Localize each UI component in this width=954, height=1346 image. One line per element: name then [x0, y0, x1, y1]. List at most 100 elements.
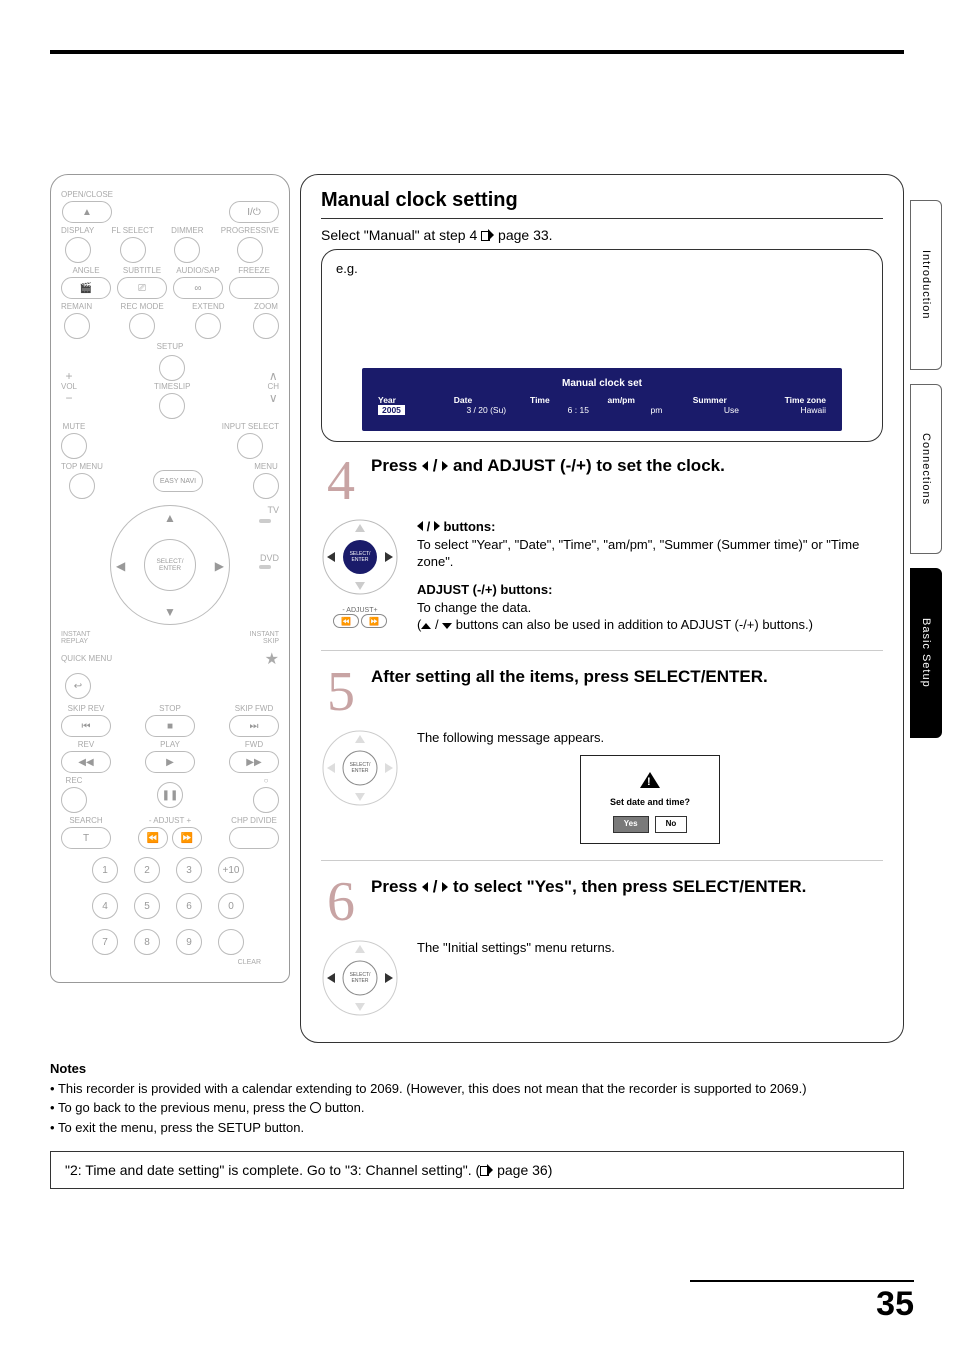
note-1: This recorder is provided with a calenda… — [50, 1080, 904, 1098]
tab-introduction[interactable]: Introduction — [910, 200, 942, 370]
search-button[interactable]: T — [61, 827, 111, 849]
osd-h-summer: Summer — [693, 395, 727, 405]
remote-panel: OPEN/CLOSE▲ I/⏻ DISPLAY FL SELECT DIMMER… — [50, 174, 290, 1043]
menu-button[interactable] — [253, 473, 279, 499]
fwd-button[interactable]: ▶▶ — [229, 751, 279, 773]
step-6-result: The "Initial settings" menu returns. — [417, 939, 615, 957]
extend-button[interactable] — [195, 313, 221, 339]
pause-button[interactable]: ❚❚ — [157, 782, 183, 808]
dialog-no-button[interactable]: No — [655, 816, 688, 833]
osd-v-summer: Use — [724, 405, 739, 415]
num-plus10-button[interactable]: +10 — [218, 857, 244, 883]
tab-connections[interactable]: Connections — [910, 384, 942, 554]
instant-replay-label: INSTANT REPLAY — [61, 631, 90, 645]
num-6-button[interactable]: 6 — [176, 893, 202, 919]
step-4: 4 Press / and ADJUST (-/+) to set the cl… — [321, 456, 883, 506]
topmenu-button[interactable] — [69, 473, 95, 499]
num-2-button[interactable]: 2 — [134, 857, 160, 883]
num-7-button[interactable]: 7 — [92, 929, 118, 955]
flselect-button[interactable] — [120, 237, 146, 263]
svg-text:ENTER: ENTER — [352, 557, 369, 563]
dimmer-button[interactable] — [174, 237, 200, 263]
notes-section: Notes This recorder is provided with a c… — [50, 1061, 904, 1137]
step-4-title: Press / and ADJUST (-/+) to set the cloc… — [371, 456, 883, 476]
stop-button[interactable]: ■ — [145, 715, 195, 737]
dimmer-label: DIMMER — [171, 227, 203, 235]
eject-button[interactable]: ▲ — [62, 201, 112, 223]
ch-label: CH — [267, 383, 279, 391]
quickmenu-label: QUICK MENU — [61, 655, 112, 663]
topmenu-label: TOP MENU — [61, 463, 103, 471]
rec-button[interactable] — [61, 787, 87, 813]
step-5: 5 After setting all the items, press SEL… — [321, 667, 883, 717]
step-6-number: 6 — [321, 877, 361, 927]
select-manual-line: Select "Manual" at step 4 page 33. — [321, 227, 883, 243]
num-3-button[interactable]: 3 — [176, 857, 202, 883]
num-1-button[interactable]: 1 — [92, 857, 118, 883]
inputselect-label: INPUT SELECT — [222, 423, 279, 431]
ring-label: ○ — [264, 777, 269, 785]
zoom-label: ZOOM — [254, 303, 278, 311]
play-button[interactable]: ▶ — [145, 751, 195, 773]
setup-button[interactable] — [159, 355, 185, 381]
tv-switch-icon[interactable] — [259, 519, 271, 523]
mute-button[interactable] — [61, 433, 87, 459]
osd-h-ampm: am/pm — [608, 395, 635, 405]
notes-heading: Notes — [50, 1061, 904, 1076]
clear-label: CLEAR — [61, 959, 261, 966]
spacer — [253, 191, 255, 199]
search-label: SEARCH — [69, 817, 102, 825]
num-5-button[interactable]: 5 — [134, 893, 160, 919]
chpdivide-button[interactable] — [229, 827, 279, 849]
dpad[interactable]: SELECT/ ENTER ▲ ▼ ◀ ▶ — [110, 505, 230, 625]
vol-label: VOL — [61, 383, 77, 391]
easynavi-button[interactable]: EASY NAVI — [153, 470, 203, 492]
num-0-button[interactable]: 0 — [218, 893, 244, 919]
subtitle-button[interactable]: ⎚ — [117, 277, 167, 299]
dialog-text: Set date and time? — [610, 796, 690, 808]
completion-box: "2: Time and date setting" is complete. … — [50, 1151, 904, 1189]
mute-label: MUTE — [63, 423, 86, 431]
dvd-switch-icon[interactable] — [259, 565, 271, 569]
step-6-title: Press / to select "Yes", then press SELE… — [371, 877, 883, 897]
audiosap-button[interactable]: ∞ — [173, 277, 223, 299]
return-button[interactable]: ↩ — [65, 673, 91, 699]
progressive-button[interactable] — [237, 237, 263, 263]
warning-icon — [640, 772, 660, 788]
o-button[interactable] — [253, 787, 279, 813]
osd-h-zone: Time zone — [785, 395, 826, 405]
recmode-button[interactable] — [129, 313, 155, 339]
adjust-plus-button[interactable]: ⏩ — [172, 827, 202, 849]
angle-button[interactable]: 🎬 — [61, 277, 111, 299]
timeslip-label: TIMESLIP — [154, 383, 190, 391]
osd-screenshot: Manual clock set Year Date Time am/pm Su… — [362, 368, 842, 431]
adjust-minus-button[interactable]: ⏪ — [138, 827, 168, 849]
inputselect-button[interactable] — [237, 433, 263, 459]
rev-label: REV — [78, 741, 94, 749]
skipfwd-button[interactable]: ⏭ — [229, 715, 279, 737]
tab-basic-setup[interactable]: Basic Setup — [910, 568, 942, 738]
num-9-button[interactable]: 9 — [176, 929, 202, 955]
osd-h-time: Time — [530, 395, 550, 405]
page-number-rule — [690, 1280, 914, 1282]
num-8-button[interactable]: 8 — [134, 929, 160, 955]
osd-v-time: 6 : 15 — [568, 405, 589, 415]
skiprev-button[interactable]: ⏮ — [61, 715, 111, 737]
dialog-yes-button[interactable]: Yes — [613, 816, 649, 833]
rev-button[interactable]: ◀◀ — [61, 751, 111, 773]
freeze-button[interactable] — [229, 277, 279, 299]
remain-button[interactable] — [64, 313, 90, 339]
display-button[interactable] — [65, 237, 91, 263]
clear-button[interactable] — [218, 929, 244, 955]
timeslip-button[interactable] — [159, 393, 185, 419]
content-panel: Manual clock setting Select "Manual" at … — [300, 174, 904, 1043]
zoom-button[interactable] — [253, 313, 279, 339]
select-enter-button[interactable]: SELECT/ ENTER — [144, 539, 196, 591]
power-button[interactable]: I/⏻ — [229, 201, 279, 223]
num-4-button[interactable]: 4 — [92, 893, 118, 919]
dpad-mini-step6: SELECT/ ENTER — [321, 939, 399, 1022]
extend-label: EXTEND — [192, 303, 224, 311]
step-6: 6 Press / to select "Yes", then press SE… — [321, 877, 883, 927]
remain-label: REMAIN — [61, 303, 92, 311]
display-label: DISPLAY — [61, 227, 94, 235]
